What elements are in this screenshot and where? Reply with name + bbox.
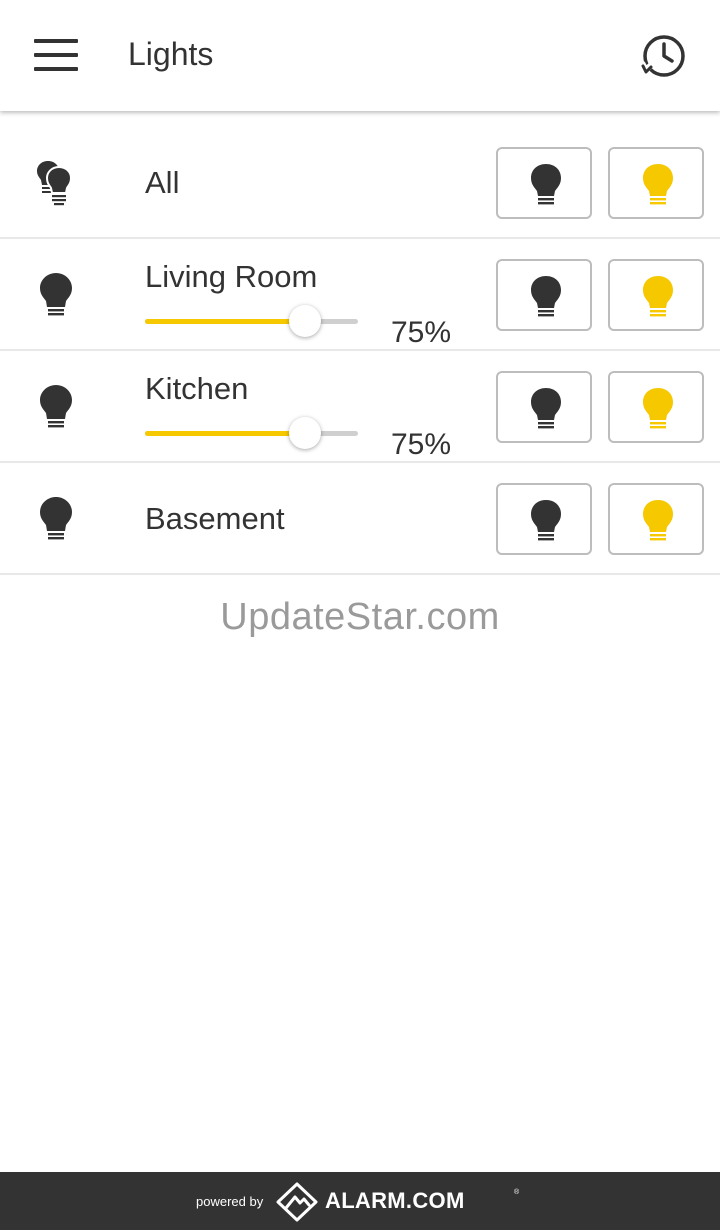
brightness-slider[interactable] — [145, 417, 358, 451]
bulb-icon — [40, 273, 72, 316]
bulb-off-icon — [531, 276, 561, 317]
bulb-on-icon — [643, 164, 673, 205]
footer-bar: powered by ALARM.COM ® — [0, 1172, 720, 1230]
brand-name: ALARM.COM — [325, 1188, 465, 1213]
slider-thumb[interactable] — [288, 305, 321, 337]
light-name: All — [145, 165, 180, 200]
multi-bulb-icon — [37, 161, 73, 206]
history-clock-icon[interactable] — [636, 30, 692, 82]
slider-fill — [145, 431, 305, 436]
slider-fill — [145, 319, 305, 324]
turn-off-button[interactable] — [496, 371, 592, 443]
watermark-text: UpdateStar.com — [220, 596, 500, 638]
light-name: Kitchen — [145, 371, 249, 406]
alarm-com-logo-icon — [276, 1182, 318, 1222]
brightness-percent: 75% — [391, 316, 452, 349]
bulb-off-icon — [531, 500, 561, 541]
turn-off-button[interactable] — [496, 259, 592, 331]
hamburger-menu-icon[interactable] — [28, 34, 84, 76]
turn-on-button[interactable] — [608, 483, 704, 555]
light-row-basement: Basement — [0, 463, 720, 575]
turn-on-button[interactable] — [608, 371, 704, 443]
brightness-slider[interactable] — [145, 305, 358, 339]
bulb-off-icon — [531, 164, 561, 205]
turn-off-button[interactable] — [496, 147, 592, 219]
app-bar: Lights — [0, 0, 720, 111]
turn-on-button[interactable] — [608, 259, 704, 331]
bulb-icon — [40, 385, 72, 428]
powered-by-label: powered by — [196, 1194, 264, 1209]
bulb-icon — [40, 497, 72, 540]
light-name: Living Room — [145, 259, 318, 294]
bulb-off-icon — [531, 388, 561, 429]
light-name: Basement — [145, 501, 285, 536]
light-row-all: All — [0, 127, 720, 239]
bulb-on-icon — [643, 500, 673, 541]
page-title: Lights — [128, 36, 214, 72]
turn-off-button[interactable] — [496, 483, 592, 555]
lights-list: All Living Room 75% Kitchen 75% Basement — [0, 127, 720, 575]
turn-on-button[interactable] — [608, 147, 704, 219]
slider-thumb[interactable] — [288, 417, 321, 449]
light-row-kitchen: Kitchen 75% — [0, 351, 720, 463]
light-row-living-room: Living Room 75% — [0, 239, 720, 351]
brightness-percent: 75% — [391, 428, 452, 461]
registered-mark: ® — [514, 1189, 520, 1196]
bulb-on-icon — [643, 276, 673, 317]
bulb-on-icon — [643, 388, 673, 429]
